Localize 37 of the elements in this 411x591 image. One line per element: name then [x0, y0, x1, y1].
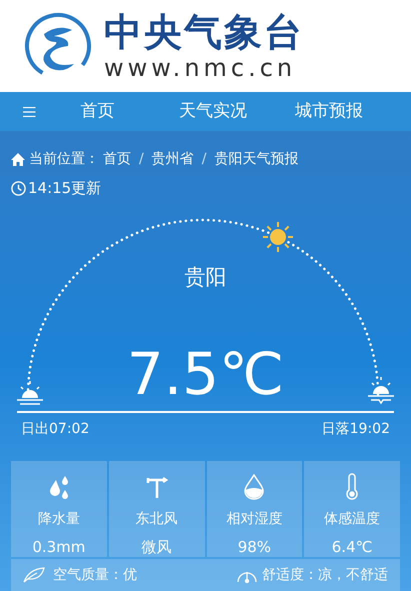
nav-link[interactable]: 首页: [80, 98, 179, 124]
wind-vane-icon: [146, 474, 168, 500]
sunset-icon: [367, 377, 395, 405]
menu-icon[interactable]: [23, 106, 36, 118]
sunrise-icon: [16, 381, 44, 405]
sun-icon: [262, 220, 294, 253]
comfort-level: 舒适度：凉，不舒适: [262, 566, 388, 584]
temperature: 7.5℃: [126, 342, 284, 406]
stat-value: 微风: [142, 537, 172, 557]
thermometer-icon: [345, 473, 360, 501]
breadcrumb-separator: /: [138, 150, 145, 168]
site-url: www.nmc.cn: [104, 54, 296, 82]
city-name: 贵阳: [184, 264, 226, 291]
nav-link[interactable]: 城市预报: [294, 98, 411, 124]
stat-value: 0.3mm: [32, 537, 86, 557]
breadcrumb-separator: /: [200, 150, 208, 168]
breadcrumb-link[interactable]: 贵阳天气预报: [214, 148, 298, 170]
update-time: 14:15更新: [28, 178, 102, 199]
sunset-time: 日落19:02: [322, 420, 390, 439]
air-quality: 空气质量：优: [53, 566, 137, 584]
home-icon[interactable]: [11, 152, 25, 166]
leaf-icon: [23, 567, 45, 583]
stat-label: 东北风: [136, 510, 178, 529]
nav-link[interactable]: 天气实况: [178, 98, 295, 124]
clock-icon: [11, 180, 26, 196]
breadcrumb-link[interactable]: 贵州省: [152, 148, 194, 170]
stat-label: 降水量: [38, 510, 80, 529]
stat-label: 相对湿度: [226, 510, 282, 529]
location-label: 当前位置：: [29, 150, 99, 168]
stat-value: 98%: [238, 537, 272, 557]
stat-label: 体感温度: [324, 510, 380, 529]
site-title: 中央气象台: [104, 10, 304, 54]
breadcrumb-link[interactable]: 首页: [103, 148, 131, 170]
stat-value: 6.4℃: [332, 537, 372, 557]
water-drop-icon: [243, 474, 266, 500]
raindrops-icon: [48, 474, 70, 500]
sunrise-time: 日出07:02: [21, 420, 90, 439]
